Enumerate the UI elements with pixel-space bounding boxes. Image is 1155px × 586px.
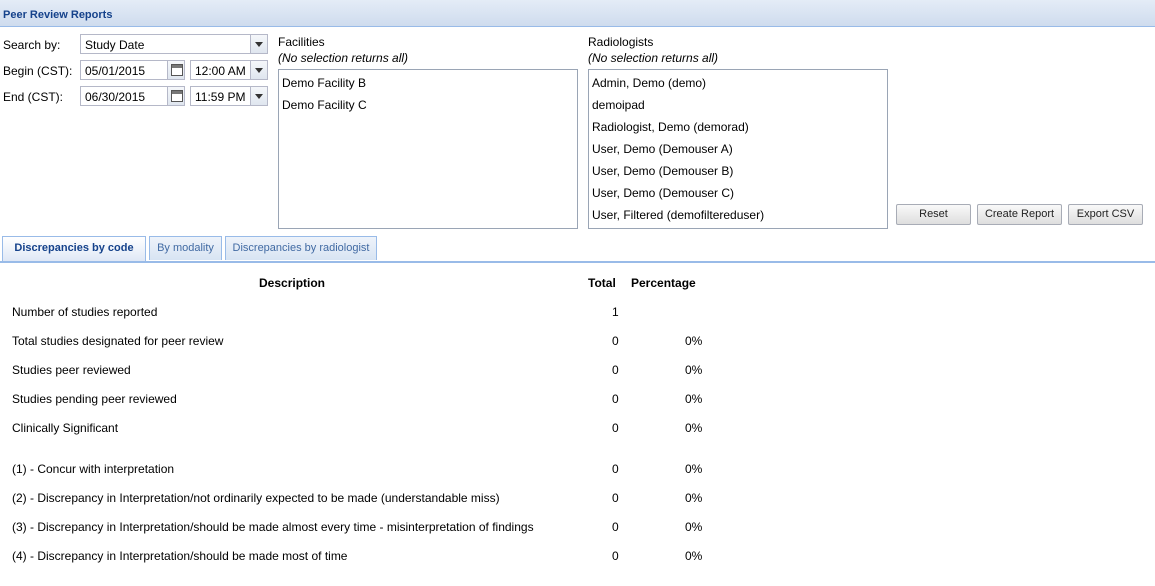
facilities-label: Facilities [278, 35, 325, 49]
row-description: (1) - Concur with interpretation [12, 462, 175, 476]
row-total: 0 [612, 491, 619, 505]
row-percentage: 0% [685, 549, 703, 563]
row-percentage: 0% [685, 363, 703, 377]
reset-button[interactable]: Reset [896, 204, 971, 225]
begin-time-select[interactable]: 12:00 AM [190, 60, 268, 80]
row-description: (4) - Discrepancy in Interpretation/shou… [12, 549, 348, 563]
row-total: 0 [612, 549, 619, 563]
row-percentage: 0% [685, 392, 703, 406]
tab-discrepancies-by-code[interactable]: Discrepancies by code [2, 236, 146, 261]
search-by-label: Search by: [3, 38, 61, 52]
row-total: 0 [612, 392, 619, 406]
row-description: (3) - Discrepancy in Interpretation/shou… [12, 520, 534, 534]
list-item[interactable]: User, Demo (Demouser B) [592, 164, 733, 178]
chevron-down-icon[interactable] [250, 87, 267, 105]
chevron-down-icon[interactable] [250, 61, 267, 79]
tab-discrepancies-by-radiologist[interactable]: Discrepancies by radiologist [225, 236, 377, 260]
radiologists-listbox[interactable]: Admin, Demo (demo) demoipad Radiologist,… [588, 69, 888, 229]
end-date-field[interactable]: 06/30/2015 [80, 86, 185, 106]
calendar-icon[interactable] [167, 61, 184, 79]
list-item[interactable]: Radiologist, Demo (demorad) [592, 120, 749, 134]
row-total: 0 [612, 520, 619, 534]
panel-title: Peer Review Reports [3, 9, 113, 21]
panel-header: Peer Review Reports [0, 0, 1155, 27]
create-report-button[interactable]: Create Report [977, 204, 1062, 225]
list-item[interactable]: User, Demo (Demouser A) [592, 142, 733, 156]
row-description: Studies pending peer reviewed [12, 392, 177, 406]
percentage-header: Percentage [631, 276, 696, 290]
radiologists-label: Radiologists [588, 35, 654, 49]
row-percentage: 0% [685, 491, 703, 505]
begin-label: Begin (CST): [3, 64, 73, 78]
begin-time-value: 12:00 AM [195, 64, 246, 78]
tab-by-modality[interactable]: By modality [149, 236, 222, 260]
row-description: Total studies designated for peer review [12, 334, 224, 348]
row-percentage: 0% [685, 520, 703, 534]
list-item[interactable]: Admin, Demo (demo) [592, 76, 706, 90]
list-item[interactable]: User, Demo (Demouser C) [592, 186, 734, 200]
tab-strip: Discrepancies by code By modality Discre… [0, 233, 1155, 263]
row-description: Number of studies reported [12, 305, 158, 319]
description-header: Description [259, 276, 326, 290]
list-item[interactable]: Demo Facility B [282, 76, 366, 90]
row-total: 0 [612, 421, 619, 435]
radiologists-hint: (No selection returns all) [588, 51, 719, 65]
row-description: (2) - Discrepancy in Interpretation/not … [12, 491, 500, 505]
row-percentage: 0% [685, 421, 703, 435]
row-total: 0 [612, 334, 619, 348]
chevron-down-icon[interactable] [250, 35, 267, 53]
row-total: 0 [612, 462, 619, 476]
row-total: 1 [612, 305, 619, 319]
end-time-value: 11:59 PM [195, 90, 246, 104]
begin-date-value: 05/01/2015 [85, 64, 146, 78]
calendar-icon[interactable] [167, 87, 184, 105]
facilities-hint: (No selection returns all) [278, 51, 409, 65]
begin-date-field[interactable]: 05/01/2015 [80, 60, 185, 80]
end-label: End (CST): [3, 90, 64, 104]
list-item[interactable]: User, Filtered (demofiltereduser) [592, 208, 764, 222]
list-item[interactable]: demoipad [592, 98, 645, 112]
end-time-select[interactable]: 11:59 PM [190, 86, 268, 106]
export-csv-button[interactable]: Export CSV [1068, 204, 1143, 225]
search-by-select[interactable]: Study Date [80, 34, 268, 54]
row-description: Clinically Significant [12, 421, 119, 435]
row-percentage: 0% [685, 462, 703, 476]
total-header: Total [588, 276, 616, 290]
row-total: 0 [612, 363, 619, 377]
row-percentage: 0% [685, 334, 703, 348]
search-by-value: Study Date [85, 38, 145, 52]
list-item[interactable]: Demo Facility C [282, 98, 367, 112]
row-description: Studies peer reviewed [12, 363, 131, 377]
end-date-value: 06/30/2015 [85, 90, 146, 104]
facilities-listbox[interactable]: Demo Facility B Demo Facility C [278, 69, 578, 229]
